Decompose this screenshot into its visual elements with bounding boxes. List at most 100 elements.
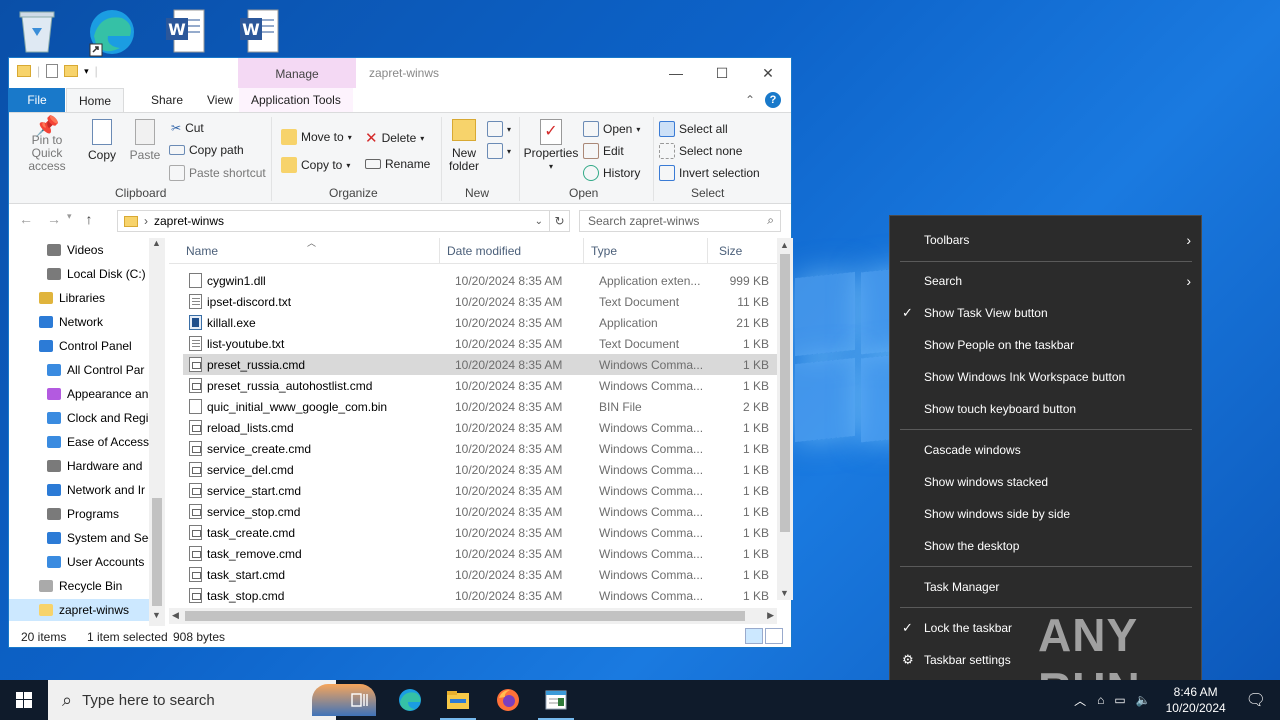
scroll-up-icon[interactable]: ▲: [152, 238, 161, 248]
maximize-button[interactable]: ☐: [699, 58, 745, 88]
menu-item-windows-stacked[interactable]: Show windows stacked: [890, 468, 1201, 496]
paste-button[interactable]: Paste: [127, 119, 163, 162]
column-type[interactable]: Type: [591, 244, 617, 258]
nav-item[interactable]: System and Sec: [9, 527, 154, 549]
tab-view[interactable]: View: [195, 88, 245, 112]
menu-item-cascade-windows[interactable]: Cascade windows: [890, 436, 1201, 464]
tab-file[interactable]: File: [9, 88, 65, 112]
tab-share[interactable]: Share: [139, 88, 195, 112]
nav-item[interactable]: Hardware and: [9, 455, 149, 477]
file-row[interactable]: list-youtube.txt 10/20/2024 8:35 AM Text D…: [183, 333, 777, 354]
history-button[interactable]: History: [583, 165, 640, 181]
menu-item-show-people[interactable]: Show People on the taskbar: [890, 331, 1201, 359]
nav-item[interactable]: User Accounts: [9, 551, 149, 573]
file-scroll-thumb[interactable]: [780, 254, 790, 532]
device-icon[interactable]: ⌂: [1092, 693, 1109, 707]
pin-to-quick-access-button[interactable]: 📌 Pin to Quick access: [15, 117, 79, 173]
scroll-down-icon[interactable]: ▼: [152, 610, 161, 620]
address-bar[interactable]: › zapret-winws ⌄: [117, 210, 550, 232]
file-row[interactable]: service_start.cmd 10/20/2024 8:35 AM Windo…: [183, 480, 777, 501]
file-list-vertical-scrollbar[interactable]: ▲ ▼: [777, 238, 793, 600]
edge-icon[interactable]: [86, 6, 136, 57]
move-to-button[interactable]: Move to ▾: [281, 129, 352, 145]
copy-path-button[interactable]: Copy path: [169, 143, 244, 157]
word-document-icon[interactable]: W: [236, 6, 286, 56]
file-row[interactable]: reload_lists.cmd 10/20/2024 8:35 AM Window…: [183, 417, 777, 438]
search-input[interactable]: Search zapret-winws ⌕: [579, 210, 781, 232]
scroll-down-icon[interactable]: ▼: [780, 588, 789, 598]
up-arrow-icon[interactable]: ↑: [86, 211, 93, 227]
edge-taskbar-icon[interactable]: [386, 680, 434, 720]
file-row[interactable]: task_stop.cmd 10/20/2024 8:35 AM Windows C…: [183, 585, 777, 606]
nav-item[interactable]: Programs: [9, 503, 149, 525]
tab-home[interactable]: Home: [66, 88, 125, 113]
properties-icon[interactable]: [46, 64, 59, 78]
properties-button[interactable]: ✓ Properties ▾: [523, 119, 579, 173]
scroll-right-icon[interactable]: ▶: [767, 610, 774, 621]
scroll-up-icon[interactable]: ▲: [780, 240, 789, 250]
scroll-left-icon[interactable]: ◀: [172, 610, 179, 621]
help-icon[interactable]: ?: [765, 92, 781, 108]
clock[interactable]: 8:46 AM 10/20/2024: [1156, 684, 1236, 716]
nav-item[interactable]: Ease of Access: [9, 431, 149, 453]
menu-item-task-manager[interactable]: Task Manager: [890, 573, 1201, 601]
rename-button[interactable]: Rename: [365, 157, 430, 171]
nav-item[interactable]: Clock and Regi: [9, 407, 149, 429]
easy-access-button[interactable]: ▾: [487, 143, 511, 159]
paste-shortcut-button[interactable]: Paste shortcut: [169, 165, 266, 181]
task-view-icon[interactable]: [336, 680, 384, 720]
nav-pane-scrollbar[interactable]: ▲ ▼: [149, 238, 165, 626]
firefox-taskbar-icon[interactable]: [484, 680, 532, 720]
nav-item[interactable]: Network: [9, 311, 149, 333]
file-row[interactable]: quic_initial_www_google_com.bin 10/20/202…: [183, 396, 777, 417]
file-row[interactable]: service_del.cmd 10/20/2024 8:35 AM Windows…: [183, 459, 777, 480]
menu-item-show-task-view[interactable]: ✓ Show Task View button: [890, 299, 1201, 327]
notepad-taskbar-icon[interactable]: [532, 680, 580, 720]
select-none-button[interactable]: Select none: [659, 143, 742, 159]
tab-application-tools[interactable]: Application Tools: [239, 88, 353, 112]
nav-item[interactable]: zapret-winws: [9, 599, 149, 621]
file-row[interactable]: task_remove.cmd 10/20/2024 8:35 AM Windows…: [183, 543, 777, 564]
breadcrumb-chevron-icon[interactable]: ›: [144, 214, 148, 228]
delete-button[interactable]: ✕ Delete ▾: [365, 129, 424, 147]
recent-locations-icon[interactable]: ▾: [67, 211, 72, 227]
file-row[interactable]: service_create.cmd 10/20/2024 8:35 AM Wind…: [183, 438, 777, 459]
file-row[interactable]: preset_russia.cmd 10/20/2024 8:35 AM Windo…: [183, 354, 777, 375]
recycle-bin-icon[interactable]: [14, 6, 64, 56]
menu-item-show-ink-workspace[interactable]: Show Windows Ink Workspace button: [890, 363, 1201, 391]
details-view-icon[interactable]: [745, 628, 763, 644]
network-icon[interactable]: ▭: [1109, 693, 1130, 707]
new-item-button[interactable]: ▾: [487, 121, 511, 137]
back-arrow-icon[interactable]: ←: [19, 211, 33, 227]
menu-item-toolbars[interactable]: Toolbars ›: [890, 226, 1201, 254]
forward-arrow-icon[interactable]: →: [47, 211, 61, 227]
nav-item[interactable]: Libraries: [9, 287, 149, 309]
cut-button[interactable]: ✂ Cut: [171, 121, 204, 135]
edit-button[interactable]: Edit: [583, 143, 624, 159]
file-row[interactable]: task_start.cmd 10/20/2024 8:35 AM Windows …: [183, 564, 777, 585]
customize-qat-icon[interactable]: ▾: [84, 66, 89, 77]
menu-item-windows-side-by-side[interactable]: Show windows side by side: [890, 500, 1201, 528]
nav-item[interactable]: All Control Par: [9, 359, 149, 381]
close-button[interactable]: ✕: [745, 58, 791, 88]
nav-item[interactable]: Videos: [9, 239, 149, 261]
start-button[interactable]: [0, 680, 48, 720]
file-row[interactable]: ipset-discord.txt 10/20/2024 8:35 AM Text …: [183, 291, 777, 312]
menu-item-show-desktop[interactable]: Show the desktop: [890, 532, 1201, 560]
select-all-button[interactable]: Select all: [659, 121, 728, 137]
new-folder-icon[interactable]: [64, 65, 79, 77]
copy-to-button[interactable]: Copy to ▾: [281, 157, 350, 173]
large-icons-view-icon[interactable]: [765, 628, 783, 644]
horizontal-scroll-thumb[interactable]: [185, 611, 745, 621]
column-name[interactable]: Name: [186, 244, 218, 258]
file-row[interactable]: cygwin1.dll 10/20/2024 8:35 AM Application…: [183, 270, 777, 291]
file-list-horizontal-scrollbar[interactable]: ◀ ▶: [169, 608, 777, 624]
nav-scroll-thumb[interactable]: [152, 498, 162, 606]
invert-selection-button[interactable]: Invert selection: [659, 165, 760, 181]
nav-item[interactable]: Control Panel: [9, 335, 149, 357]
minimize-button[interactable]: —: [653, 58, 699, 88]
menu-item-show-touch-keyboard[interactable]: Show touch keyboard button: [890, 395, 1201, 423]
nav-item[interactable]: Network and Ir: [9, 479, 149, 501]
file-row[interactable]: service_stop.cmd 10/20/2024 8:35 AM Window…: [183, 501, 777, 522]
column-date-modified[interactable]: Date modified: [447, 244, 521, 258]
